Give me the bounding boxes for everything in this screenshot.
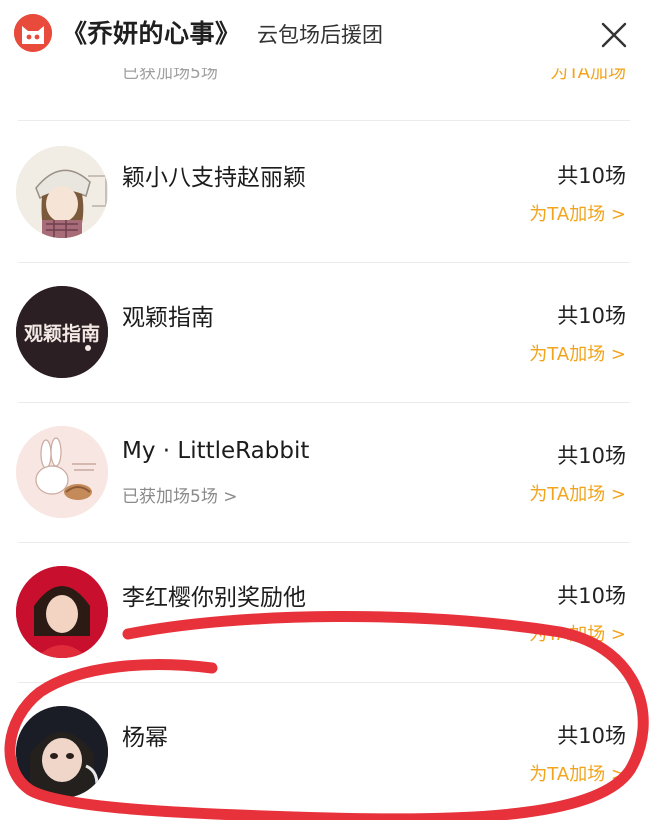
add-session-link[interactable]: 为TA加场 >	[529, 480, 626, 506]
cartoon-girl-avatar-icon	[16, 146, 108, 238]
list-item[interactable]: 颖小八支持赵丽颖 共10场 为TA加场 >	[0, 122, 652, 262]
avatar-2-text: 观颖指南	[24, 323, 100, 345]
add-session-link[interactable]: 为TA加场 >	[529, 200, 626, 226]
divider	[18, 120, 630, 121]
group-name: My · LittleRabbit	[122, 438, 310, 464]
avatar	[16, 566, 108, 658]
added-sessions[interactable]: 已获加场5场 >	[122, 482, 237, 507]
add-session-link[interactable]: 为TA加场 >	[529, 620, 626, 646]
session-count: 共10场	[557, 164, 626, 188]
group-name: 观颖指南	[122, 305, 214, 331]
add-session-link[interactable]: 为TA加场 >	[529, 340, 626, 366]
rabbit-avatar-icon	[16, 426, 108, 518]
avatar: 观颖指南	[16, 286, 108, 378]
avatar	[16, 426, 108, 518]
list-item[interactable]: My · LittleRabbit 已获加场5场 > 共10场 为TA加场 >	[0, 402, 652, 542]
group-name: 颖小八支持赵丽颖	[122, 165, 306, 191]
text-logo-avatar-icon: 观颖指南	[16, 286, 108, 378]
session-count: 共10场	[557, 584, 626, 608]
page-title: 《乔妍的心事》	[62, 19, 241, 48]
session-count: 共10场	[557, 724, 626, 748]
portrait-avatar-icon	[16, 706, 108, 798]
support-group-list: 已获加场5场 为TA加场 颖小八支持赵丽颖 共10场 为TA加场 > 观颖指南	[0, 0, 652, 820]
portrait-avatar-icon	[16, 566, 108, 658]
session-count: 共10场	[557, 444, 626, 468]
close-icon[interactable]	[598, 19, 630, 51]
avatar	[16, 146, 108, 238]
list-item[interactable]: 杨幂 共10场 为TA加场 >	[0, 682, 652, 822]
group-name: 杨幂	[122, 725, 168, 751]
avatar	[16, 706, 108, 798]
list-item[interactable]: 李红樱你别奖励他 共10场 为TA加场 >	[0, 542, 652, 682]
page-subtitle: 云包场后援团	[257, 23, 383, 47]
session-count: 共10场	[557, 304, 626, 328]
cat-logo-icon	[14, 14, 52, 52]
list-item[interactable]: 观颖指南 观颖指南 共10场 为TA加场 >	[0, 262, 652, 402]
header-bar: 《乔妍的心事》 云包场后援团	[0, 0, 652, 66]
group-name: 李红樱你别奖励他	[122, 585, 306, 611]
add-session-link[interactable]: 为TA加场 >	[529, 760, 626, 786]
